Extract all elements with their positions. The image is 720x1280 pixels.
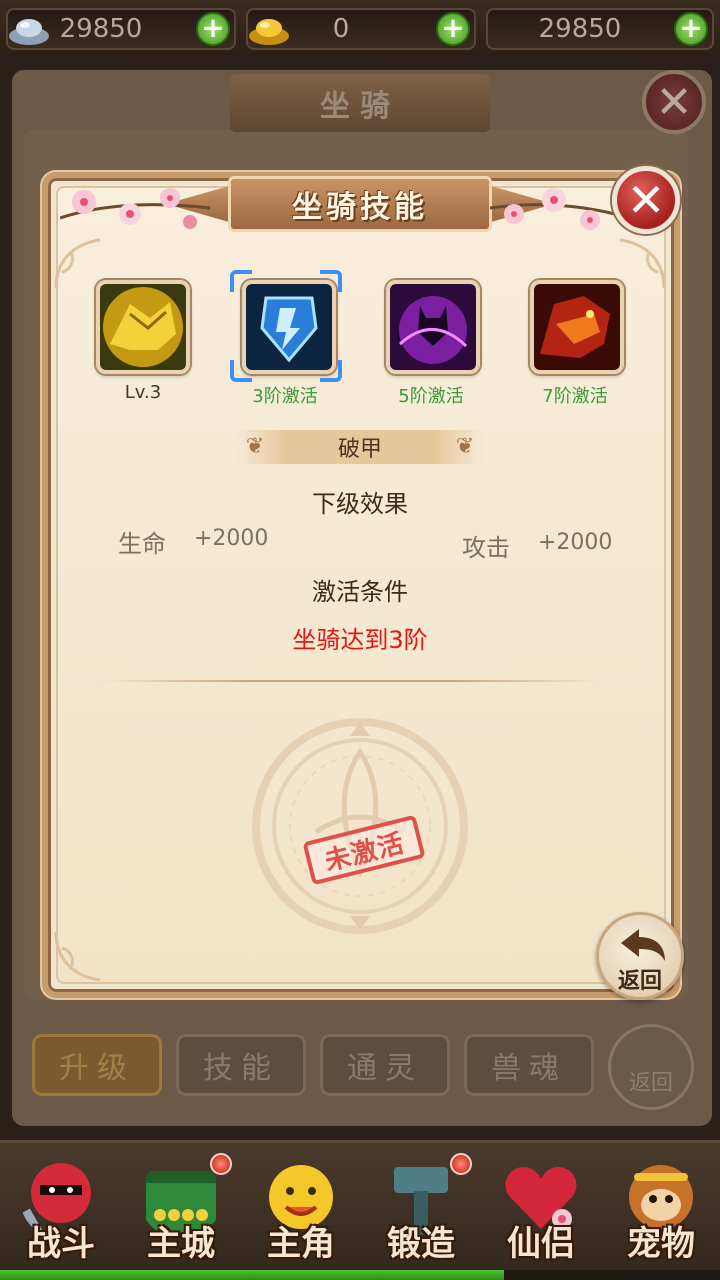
mount-panel-back-button[interactable]: 返回 [608,1024,694,1110]
cherry-blossom-icon [490,188,630,230]
mount-panel-back-label: 返回 [628,1071,673,1096]
nav-battle-label: 战斗 [27,1224,95,1264]
bottom-navigation: 战斗 主城 主角 锻造 仙侣 宠物 [0,1140,720,1280]
back-button-label: 返回 [617,969,662,994]
skill-slot-3[interactable] [386,280,480,374]
add-gold-button[interactable]: + [436,12,470,46]
next-effect-title: 下级效果 [312,490,408,518]
skill-level-label: Lv.3 [124,382,162,403]
nav-pet[interactable]: 宠物 [606,1153,716,1277]
nav-battle[interactable]: 战斗 [6,1153,116,1277]
blue-shield-skill-icon [246,284,332,370]
mount-panel-close-button[interactable]: ✕ [642,70,706,134]
silver-amount: 29850 [59,14,143,44]
nav-pet-label: 宠物 [627,1224,695,1264]
add-silver-button[interactable]: + [196,12,230,46]
golden-beast-skill-icon [100,284,186,370]
nav-partner[interactable]: 仙侣 [486,1153,596,1277]
close-icon: ✕ [626,173,666,227]
divider [100,680,600,682]
resource-bar: 29850 + 0 + 29850 + [0,0,720,58]
skill-name-bar: 破甲 [236,430,484,464]
swirl-ornament-icon: ❦ [455,434,475,459]
stat-atk-name: 攻击 [462,534,510,562]
add-third-button[interactable]: + [674,12,708,46]
third-resource: 29850 + [486,8,714,50]
nav-city[interactable]: 主城 [126,1153,236,1277]
silver-resource: 29850 + [6,8,236,50]
nav-forge-badge [450,1153,472,1175]
third-amount: 29850 [538,14,622,44]
experience-progress-bar [0,1270,720,1280]
stat-hp-value: +2000 [194,526,269,551]
nav-forge[interactable]: 锻造 [366,1153,476,1277]
cherry-blossom-icon [60,188,210,229]
skill-activation-label: 7阶激活 [542,386,608,407]
nav-partner-label: 仙侣 [507,1224,575,1264]
selection-corner [320,360,342,382]
nav-city-badge [210,1153,232,1175]
swirl-ornament-icon: ❦ [245,434,265,459]
nav-hero[interactable]: 主角 [246,1153,356,1277]
selection-corner [230,270,252,292]
condition-title: 激活条件 [312,578,408,606]
gold-resource: 0 + [246,8,476,50]
skill-activation-label: 3阶激活 [252,386,318,407]
back-arrow-icon [621,929,665,961]
back-button[interactable]: 返回 [596,912,684,1000]
nav-forge-label: 锻造 [387,1224,455,1264]
skill-slot-4[interactable] [530,280,624,374]
activation-requirement: 坐骑达到3阶 [292,626,428,654]
skill-activation-label: 5阶激活 [398,386,464,407]
inactive-seal-icon [252,718,468,934]
tab-skills[interactable]: 技能 [176,1034,306,1096]
selection-corner [230,360,252,382]
skill-slot-1[interactable] [96,280,190,374]
selection-corner [320,270,342,292]
stat-hp-name: 生命 [118,530,166,558]
stat-atk-value: +2000 [538,530,613,555]
skill-name: 破甲 [337,437,382,462]
tab-beast-soul[interactable]: 兽魂 [464,1034,594,1096]
cloud-ornament-icon [54,931,101,982]
nav-city-label: 主城 [147,1224,215,1264]
dialog-close-button[interactable]: ✕ [612,166,680,234]
tab-upgrade[interactable]: 升级 [32,1034,162,1096]
gold-amount: 0 [332,14,350,44]
dialog-title: 坐骑技能 [228,176,492,232]
mount-panel-title: 坐骑 [230,74,490,132]
nav-hero-label: 主角 [267,1224,335,1264]
purple-cat-skill-icon [390,284,476,370]
experience-progress-fill [0,1270,504,1280]
red-dragon-skill-icon [534,284,620,370]
tab-spirit[interactable]: 通灵 [320,1034,450,1096]
